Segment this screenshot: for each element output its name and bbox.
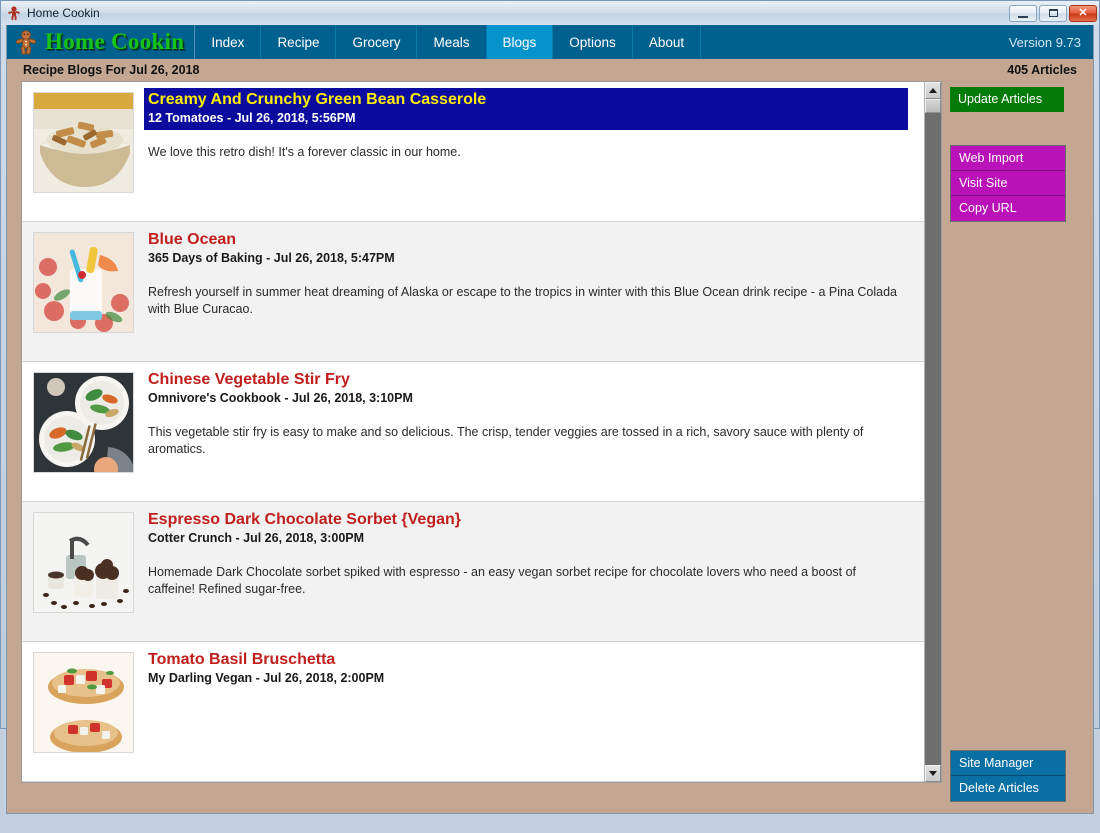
minimize-button[interactable] xyxy=(1009,4,1037,22)
page-title: Recipe Blogs For Jul 26, 2018 xyxy=(23,63,200,77)
article-title[interactable]: Chinese Vegetable Stir Fry xyxy=(148,370,904,390)
article-description: Homemade Dark Chocolate sorbet spiked wi… xyxy=(148,565,857,596)
scrollbar-thumb[interactable] xyxy=(925,99,941,113)
list-item[interactable]: Chinese Vegetable Stir Fry Omnivore's Co… xyxy=(22,362,924,502)
body-row: Creamy And Crunchy Green Bean Casserole … xyxy=(7,81,1093,813)
article-header: Tomato Basil Bruschetta My Darling Vegan… xyxy=(144,648,908,690)
web-import-button[interactable]: Web Import xyxy=(951,146,1065,171)
article-title[interactable]: Blue Ocean xyxy=(148,230,904,250)
version-label: Version 9.73 xyxy=(1008,34,1081,50)
article-header: Blue Ocean 365 Days of Baking - Jul 26, … xyxy=(144,228,908,270)
visit-site-button[interactable]: Visit Site xyxy=(951,171,1065,196)
thumbnail-cell xyxy=(22,648,140,781)
app-menu-bar: Home Cookin Index Recipe Grocery Meals B… xyxy=(6,25,1094,59)
status-strip xyxy=(1,819,1099,833)
vertical-scrollbar[interactable] xyxy=(924,82,941,782)
scroll-down-button[interactable] xyxy=(925,765,941,782)
article-meta: Omnivore's Cookbook - Jul 26, 2018, 3:10… xyxy=(148,391,413,405)
article-thumbnail[interactable] xyxy=(32,512,134,613)
article-text: Creamy And Crunchy Green Bean Casserole … xyxy=(140,88,924,221)
article-text: Tomato Basil Bruschetta My Darling Vegan… xyxy=(140,648,924,781)
site-manager-button[interactable]: Site Manager xyxy=(951,751,1065,776)
menu-item-blogs[interactable]: Blogs xyxy=(486,25,554,59)
article-description xyxy=(144,690,908,704)
article-count: 405 Articles xyxy=(1007,63,1077,77)
scroll-down-arrow-icon xyxy=(929,771,937,776)
article-thumbnail[interactable] xyxy=(32,92,134,193)
list-item[interactable]: Tomato Basil Bruschetta My Darling Vegan… xyxy=(22,642,924,782)
scroll-up-arrow-icon xyxy=(929,88,937,93)
article-list-panel: Creamy And Crunchy Green Bean Casserole … xyxy=(21,81,942,783)
scrollbar-track[interactable] xyxy=(925,113,941,765)
article-description: This vegetable stir fry is easy to make … xyxy=(148,425,864,456)
article-header: Espresso Dark Chocolate Sorbet {Vegan} C… xyxy=(144,508,908,550)
article-list: Creamy And Crunchy Green Bean Casserole … xyxy=(22,82,924,782)
menu-item-index[interactable]: Index xyxy=(195,25,262,59)
maximize-button[interactable] xyxy=(1039,4,1067,22)
app-brand-label: Home Cookin xyxy=(45,29,185,54)
menu-item-about[interactable]: About xyxy=(633,25,702,59)
article-header: Chinese Vegetable Stir Fry Omnivore's Co… xyxy=(144,368,908,410)
application-window: Home Cookin ✕ Home Cookin Index Recipe G… xyxy=(0,0,1100,833)
article-title[interactable]: Tomato Basil Bruschetta xyxy=(148,650,904,670)
content-area: Recipe Blogs For Jul 26, 2018 405 Articl… xyxy=(6,59,1094,814)
article-thumbnail[interactable] xyxy=(32,372,134,473)
article-thumbnail[interactable] xyxy=(32,232,134,333)
article-text: Blue Ocean 365 Days of Baking - Jul 26, … xyxy=(140,228,924,361)
thumbnail-cell xyxy=(22,368,140,501)
menu-item-recipe[interactable]: Recipe xyxy=(261,25,337,59)
article-header: Creamy And Crunchy Green Bean Casserole … xyxy=(144,88,908,130)
window-title: Home Cookin xyxy=(27,6,100,20)
thumbnail-cell xyxy=(22,228,140,361)
menu-item-meals[interactable]: Meals xyxy=(417,25,487,59)
article-text: Chinese Vegetable Stir Fry Omnivore's Co… xyxy=(140,368,924,501)
article-thumbnail[interactable] xyxy=(32,652,134,753)
list-item[interactable]: Espresso Dark Chocolate Sorbet {Vegan} C… xyxy=(22,502,924,642)
close-button[interactable]: ✕ xyxy=(1069,4,1097,22)
window-controls: ✕ xyxy=(1009,4,1097,22)
gingerbread-man-icon xyxy=(15,29,37,55)
copy-url-button[interactable]: Copy URL xyxy=(951,196,1065,221)
manage-actions-group: Site Manager Delete Articles xyxy=(950,750,1066,802)
update-articles-button[interactable]: Update Articles xyxy=(950,87,1064,112)
article-description: Refresh yourself in summer heat dreaming… xyxy=(148,285,897,316)
article-title[interactable]: Creamy And Crunchy Green Bean Casserole xyxy=(148,90,904,110)
article-title[interactable]: Espresso Dark Chocolate Sorbet {Vegan} xyxy=(148,510,904,530)
article-meta: 365 Days of Baking - Jul 26, 2018, 5:47P… xyxy=(148,251,395,265)
list-item[interactable]: Creamy And Crunchy Green Bean Casserole … xyxy=(22,82,924,222)
menu-item-options[interactable]: Options xyxy=(553,25,633,59)
app-brand: Home Cookin xyxy=(7,25,196,59)
menu-item-grocery[interactable]: Grocery xyxy=(336,25,418,59)
article-text: Espresso Dark Chocolate Sorbet {Vegan} C… xyxy=(140,508,924,641)
sidebar-flex-spacer xyxy=(950,222,1083,750)
scroll-up-button[interactable] xyxy=(925,82,941,99)
sidebar: Update Articles Web Import Visit Site Co… xyxy=(942,81,1093,813)
thumbnail-cell xyxy=(22,508,140,641)
web-actions-group: Web Import Visit Site Copy URL xyxy=(950,145,1066,222)
article-meta: 12 Tomatoes - Jul 26, 2018, 5:56PM xyxy=(148,111,356,125)
delete-articles-button[interactable]: Delete Articles xyxy=(951,776,1065,801)
article-meta: My Darling Vegan - Jul 26, 2018, 2:00PM xyxy=(148,671,385,685)
sub-header: Recipe Blogs For Jul 26, 2018 405 Articl… xyxy=(7,59,1093,81)
article-meta: Cotter Crunch - Jul 26, 2018, 3:00PM xyxy=(148,531,365,545)
list-item[interactable]: Blue Ocean 365 Days of Baking - Jul 26, … xyxy=(22,222,924,362)
article-description: We love this retro dish! It's a forever … xyxy=(148,145,461,159)
thumbnail-cell xyxy=(22,88,140,221)
gingerbread-man-icon xyxy=(7,5,21,21)
title-bar: Home Cookin ✕ xyxy=(1,1,1099,25)
